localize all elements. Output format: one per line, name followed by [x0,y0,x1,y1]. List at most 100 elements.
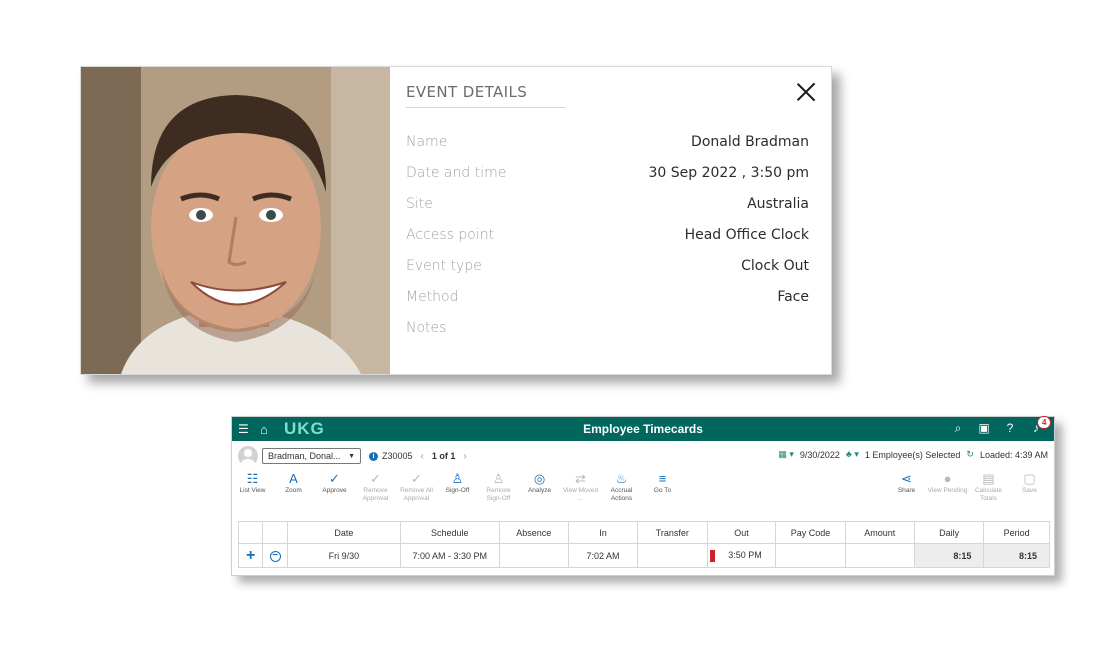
exception-flag-icon [709,549,715,562]
field-label: Date and time [406,165,507,181]
view-moved-button[interactable]: ⇄ View Moved ... [560,471,601,505]
column-header-add [237,521,264,544]
remove-approval-icon: ✓ [370,471,381,486]
check-icon: ✓ [329,471,340,486]
analyze-icon: ◎ [533,471,546,486]
remove-sign-off-button[interactable]: ♙ Remove Sign-Off [478,471,519,505]
event-details-title: EVENT DETAILS [406,83,566,108]
search-icon[interactable]: ⌕ [950,420,966,436]
plus-icon[interactable]: + [246,547,255,564]
calendar-icon[interactable]: ▦ ▾ [778,449,794,460]
field-value: Clock Out [741,258,809,274]
save-button[interactable]: ▢ Save [1009,471,1050,503]
field-label: Site [406,196,433,212]
toolbar-label: Approve [322,487,347,494]
toolbar-label: Save [1022,487,1037,494]
remove-approval-button[interactable]: ✓ Remove Approval [355,471,396,505]
timecard-grid: Date Schedule Absence In Transfer Out Pa… [237,521,1050,568]
face-photo [81,67,390,374]
field-value: 30 Sep 2022 , 3:50 pm [648,165,810,181]
cell-amount[interactable] [844,543,915,568]
field-value: Head Office Clock [684,227,809,243]
previous-icon[interactable]: ‹ [421,451,424,462]
cell-schedule[interactable]: 7:00 AM - 3:30 PM [400,543,500,568]
cell-absence[interactable] [498,543,570,568]
cell-out-value: 3:50 PM [728,549,762,560]
avatar [238,446,258,466]
pager-count: 1 of 1 [431,451,456,461]
notification-badge: 4 [1037,416,1052,429]
field-label: Method [406,289,459,305]
remove-all-icon: ✓ [411,471,422,486]
bar-right: ▦ ▾ 9/30/2022 ♣ ▾ 1 Employee(s) Selected… [778,449,1048,460]
column-header-amount[interactable]: Amount [844,521,915,544]
hierarchy-icon[interactable]: ♣ ▾ [846,449,859,460]
minus-circle-icon[interactable]: − [269,550,281,562]
accrual-actions-button[interactable]: ♨ Accrual Actions [601,471,642,505]
column-header-absence[interactable]: Absence [498,521,570,544]
column-header-schedule[interactable]: Schedule [400,521,500,544]
view-pending-button[interactable]: ● View Pending [927,471,968,503]
view-pending-icon: ● [943,471,952,486]
cell-date[interactable]: Fri 9/30 [286,543,402,568]
timeframe-date[interactable]: 9/30/2022 [800,450,840,460]
remove-row-cell: − [262,543,288,568]
add-row-cell: + [237,543,264,568]
approve-button[interactable]: ✓ Approve [314,471,355,505]
employee-select[interactable]: Bradman, Donal... ▼ [262,448,361,464]
field-value: Australia [747,196,809,212]
column-header-pay-code[interactable]: Pay Code [775,521,846,544]
cell-pay-code[interactable] [775,543,846,568]
screenshot-stage: EVENT DETAILS Name Donald Bradman Date a… [0,0,1100,660]
chat-icon[interactable]: ▣ [976,420,992,436]
sign-off-button[interactable]: ♙ Sign-Off [437,471,478,505]
bell-icon[interactable]: ♪ 4 [1028,416,1052,436]
sign-off-icon: ♙ [451,471,464,486]
home-icon[interactable]: ⌂ [260,422,282,437]
employee-timecards-panel: ☰ ⌂ UKG Employee Timecards ⌕ ▣ ? ♪ 4 Brad… [231,416,1055,576]
zoom-button[interactable]: A Zoom [273,471,314,505]
toolbar-label: List View [239,487,266,494]
column-header-out[interactable]: Out [706,521,777,544]
next-icon[interactable]: › [463,451,466,462]
toolbar-label: Share [897,487,916,494]
column-header-daily[interactable]: Daily [913,521,985,544]
save-icon: ▢ [1023,471,1036,486]
remove-sign-off-icon: ♙ [492,471,505,486]
close-icon[interactable] [795,81,817,103]
toolbar-label: Remove Sign-Off [486,487,511,502]
table-row: + − Fri 9/30 7:00 AM - 3:30 PM 7:02 AM 3… [237,543,1050,568]
toolbar-label: Remove All Approval [400,487,433,502]
column-header-in[interactable]: In [568,521,638,544]
remove-all-approval-button[interactable]: ✓ Remove All Approval [396,471,437,505]
column-header-date[interactable]: Date [286,521,402,544]
refresh-icon[interactable]: ↻ [966,449,974,460]
column-header-remove [262,521,288,544]
timecard-toolbar: ☷ List View A Zoom ✓ Approve ✓ Remove Approv… [232,471,1054,505]
event-details-card: EVENT DETAILS Name Donald Bradman Date a… [80,66,832,375]
toolbar-label: Go To [653,487,672,494]
pager: ‹ 1 of 1 › [421,451,467,462]
analyze-button[interactable]: ◎ Analyze [519,471,560,505]
field-value: Donald Bradman [691,134,809,150]
info-icon[interactable]: i [369,451,378,461]
list-view-button[interactable]: ☷ List View [232,471,273,505]
cell-in[interactable]: 7:02 AM [568,543,638,568]
field-label: Notes [406,320,447,336]
cell-out[interactable]: 3:50 PM [706,543,777,568]
column-header-transfer[interactable]: Transfer [637,521,708,544]
menu-icon[interactable]: ☰ [238,422,260,436]
portrait-illustration [81,67,390,374]
timecard-header: ☰ ⌂ UKG Employee Timecards ⌕ ▣ ? ♪ 4 [232,416,1054,441]
cell-transfer[interactable] [637,543,708,568]
field-label: Event type [406,258,482,274]
help-icon[interactable]: ? [1002,420,1018,436]
grid-header-row: Date Schedule Absence In Transfer Out Pa… [237,521,1050,544]
go-to-button[interactable]: ≡ Go To [642,471,683,505]
field-name: Name Donald Bradman [406,134,809,165]
share-button[interactable]: ⋖ Share [886,471,927,503]
calculate-totals-button[interactable]: ▤ Calculate Totals [968,471,1009,503]
field-value: Face [777,289,809,305]
page-title: Employee Timecards [583,422,703,436]
column-header-period[interactable]: Period [983,521,1050,544]
